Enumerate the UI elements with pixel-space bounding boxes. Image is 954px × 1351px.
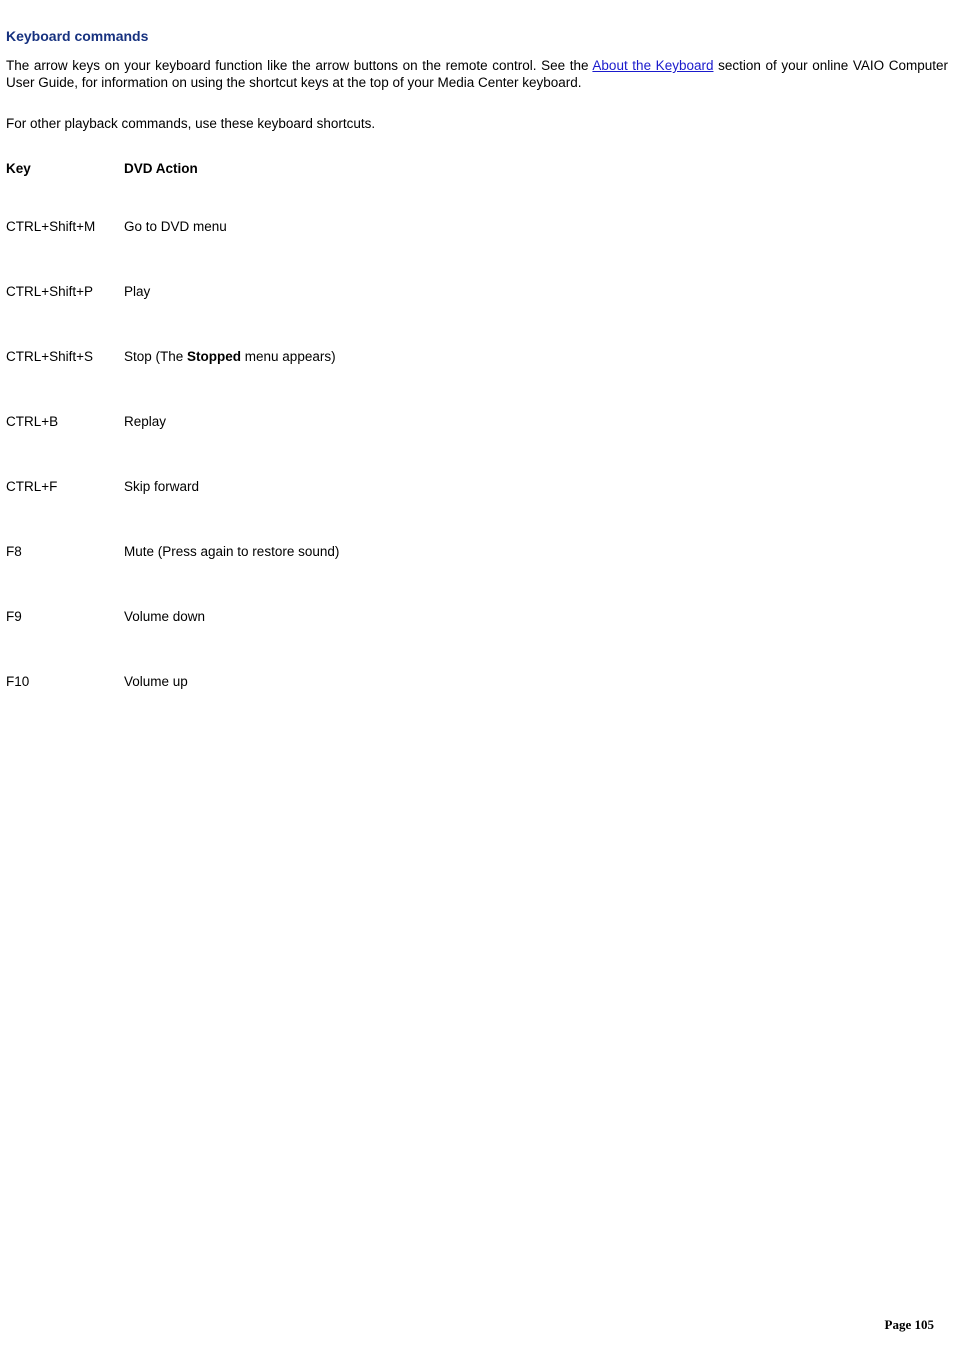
action-post: menu appears) bbox=[241, 349, 336, 364]
cell-action: Mute (Press again to restore sound) bbox=[124, 519, 343, 584]
action-pre: Stop (The bbox=[124, 349, 187, 364]
col-header-action: DVD Action bbox=[124, 143, 343, 194]
table-row: CTRL+Shift+P Play bbox=[6, 259, 343, 324]
cell-key: CTRL+B bbox=[6, 389, 124, 454]
cell-action: Skip forward bbox=[124, 454, 343, 519]
page-number: Page 105 bbox=[885, 1317, 934, 1333]
cell-key: F9 bbox=[6, 584, 124, 649]
cell-key: CTRL+F bbox=[6, 454, 124, 519]
intro-paragraph: The arrow keys on your keyboard function… bbox=[6, 58, 948, 92]
table-row: F9 Volume down bbox=[6, 584, 343, 649]
cell-action: Volume up bbox=[124, 649, 343, 689]
col-header-key: Key bbox=[6, 143, 124, 194]
shortcut-table: Key DVD Action CTRL+Shift+M Go to DVD me… bbox=[6, 143, 343, 689]
table-row: CTRL+Shift+S Stop (The Stopped menu appe… bbox=[6, 324, 343, 389]
intro-text-1: The arrow keys on your keyboard function… bbox=[6, 58, 592, 73]
cell-action: Go to DVD menu bbox=[124, 194, 343, 259]
cell-key: CTRL+Shift+M bbox=[6, 194, 124, 259]
table-row: CTRL+F Skip forward bbox=[6, 454, 343, 519]
page-heading: Keyboard commands bbox=[6, 28, 948, 44]
cell-action: Volume down bbox=[124, 584, 343, 649]
table-row: F8 Mute (Press again to restore sound) bbox=[6, 519, 343, 584]
table-row: CTRL+Shift+M Go to DVD menu bbox=[6, 194, 343, 259]
cell-key: CTRL+Shift+P bbox=[6, 259, 124, 324]
table-row: CTRL+B Replay bbox=[6, 389, 343, 454]
cell-key: F8 bbox=[6, 519, 124, 584]
cell-action: Replay bbox=[124, 389, 343, 454]
table-row: F10 Volume up bbox=[6, 649, 343, 689]
cell-action: Stop (The Stopped menu appears) bbox=[124, 324, 343, 389]
cell-key: CTRL+Shift+S bbox=[6, 324, 124, 389]
cell-action: Play bbox=[124, 259, 343, 324]
action-bold: Stopped bbox=[187, 349, 241, 364]
cell-key: F10 bbox=[6, 649, 124, 689]
subtext-paragraph: For other playback commands, use these k… bbox=[6, 116, 948, 133]
about-keyboard-link[interactable]: About the Keyboard bbox=[592, 58, 713, 73]
table-header-row: Key DVD Action bbox=[6, 143, 343, 194]
